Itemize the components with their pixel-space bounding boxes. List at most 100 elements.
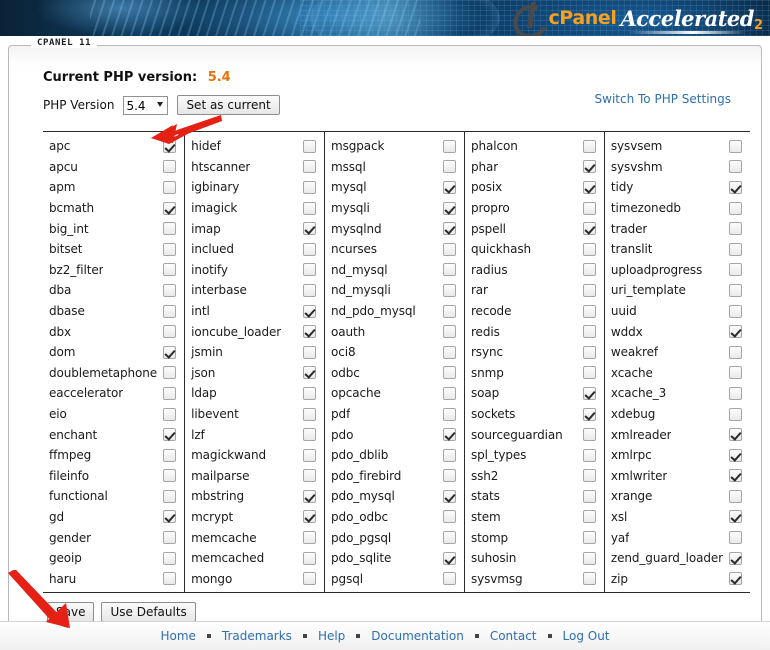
extension-checkbox-bcmath[interactable] bbox=[163, 201, 177, 215]
extension-checkbox-intl[interactable] bbox=[303, 304, 317, 318]
extension-checkbox-sysvmsg[interactable] bbox=[582, 572, 596, 586]
extension-checkbox-posix[interactable] bbox=[582, 180, 596, 194]
extension-checkbox-soap[interactable] bbox=[582, 386, 596, 400]
extension-checkbox-uploadprogress[interactable] bbox=[729, 263, 742, 277]
extension-checkbox-yaf[interactable] bbox=[729, 531, 742, 545]
extension-checkbox-apm[interactable] bbox=[163, 180, 177, 194]
extension-checkbox-xdebug[interactable] bbox=[729, 407, 742, 421]
extension-checkbox-zip[interactable] bbox=[729, 572, 742, 586]
extension-checkbox-gender[interactable] bbox=[163, 531, 177, 545]
extension-checkbox-xmlreader[interactable] bbox=[729, 428, 742, 442]
extension-checkbox-snmp[interactable] bbox=[582, 366, 596, 380]
php-version-select-wrapper[interactable]: 5.4 bbox=[123, 95, 169, 115]
extension-checkbox-xsl[interactable] bbox=[729, 510, 742, 524]
php-version-select[interactable]: 5.4 bbox=[123, 95, 169, 115]
footer-link-trademarks[interactable]: Trademarks bbox=[222, 629, 292, 643]
extension-checkbox-mssql[interactable] bbox=[442, 160, 456, 174]
footer-link-help[interactable]: Help bbox=[318, 629, 345, 643]
extension-checkbox-eaccelerator[interactable] bbox=[163, 386, 177, 400]
extension-checkbox-gd[interactable] bbox=[163, 510, 177, 524]
footer-link-home[interactable]: Home bbox=[160, 629, 195, 643]
extension-checkbox-pspell[interactable] bbox=[582, 222, 596, 236]
extension-checkbox-functional[interactable] bbox=[163, 489, 177, 503]
footer-link-log-out[interactable]: Log Out bbox=[563, 629, 610, 643]
extension-checkbox-phar[interactable] bbox=[582, 160, 596, 174]
extension-checkbox-mailparse[interactable] bbox=[303, 469, 317, 483]
extension-checkbox-json[interactable] bbox=[303, 366, 317, 380]
extension-checkbox-xrange[interactable] bbox=[729, 489, 742, 503]
footer-link-contact[interactable]: Contact bbox=[490, 629, 537, 643]
extension-checkbox-sourceguardian[interactable] bbox=[582, 428, 596, 442]
extension-checkbox-sockets[interactable] bbox=[582, 407, 596, 421]
extension-checkbox-opcache[interactable] bbox=[442, 386, 456, 400]
extension-checkbox-dba[interactable] bbox=[163, 283, 177, 297]
extension-checkbox-pdo_mysql[interactable] bbox=[442, 489, 456, 503]
extension-checkbox-hidef[interactable] bbox=[303, 139, 317, 153]
extension-checkbox-interbase[interactable] bbox=[303, 283, 317, 297]
extension-checkbox-propro[interactable] bbox=[582, 201, 596, 215]
extension-checkbox-xmlwriter[interactable] bbox=[729, 469, 742, 483]
extension-checkbox-pdo[interactable] bbox=[442, 428, 456, 442]
extension-checkbox-ffmpeg[interactable] bbox=[163, 448, 177, 462]
extension-checkbox-haru[interactable] bbox=[163, 572, 177, 586]
extension-checkbox-mysqli[interactable] bbox=[442, 201, 456, 215]
extension-checkbox-mongo[interactable] bbox=[303, 572, 317, 586]
extension-checkbox-memcache[interactable] bbox=[303, 531, 317, 545]
extension-checkbox-pdo_odbc[interactable] bbox=[442, 510, 456, 524]
extension-checkbox-sysvsem[interactable] bbox=[729, 139, 742, 153]
extension-checkbox-suhosin[interactable] bbox=[582, 551, 596, 565]
extension-checkbox-rar[interactable] bbox=[582, 283, 596, 297]
extension-checkbox-zend_guard_loader[interactable] bbox=[729, 551, 742, 565]
extension-checkbox-odbc[interactable] bbox=[442, 366, 456, 380]
extension-checkbox-ssh2[interactable] bbox=[582, 469, 596, 483]
footer-link-documentation[interactable]: Documentation bbox=[371, 629, 464, 643]
extension-checkbox-timezonedb[interactable] bbox=[729, 201, 742, 215]
extension-checkbox-nd_mysqli[interactable] bbox=[442, 283, 456, 297]
extension-checkbox-stats[interactable] bbox=[582, 489, 596, 503]
extension-checkbox-redis[interactable] bbox=[582, 325, 596, 339]
extension-checkbox-spl_types[interactable] bbox=[582, 448, 596, 462]
set-as-current-button[interactable]: Set as current bbox=[177, 95, 280, 115]
extension-checkbox-nd_mysql[interactable] bbox=[442, 263, 456, 277]
extension-checkbox-translit[interactable] bbox=[729, 242, 742, 256]
extension-checkbox-recode[interactable] bbox=[582, 304, 596, 318]
extension-checkbox-pgsql[interactable] bbox=[442, 572, 456, 586]
extension-checkbox-mysqlnd[interactable] bbox=[442, 222, 456, 236]
extension-checkbox-geoip[interactable] bbox=[163, 551, 177, 565]
extension-checkbox-inclued[interactable] bbox=[303, 242, 317, 256]
extension-checkbox-eio[interactable] bbox=[163, 407, 177, 421]
extension-checkbox-uri_template[interactable] bbox=[729, 283, 742, 297]
extension-checkbox-jsmin[interactable] bbox=[303, 345, 317, 359]
extension-checkbox-apcu[interactable] bbox=[163, 160, 177, 174]
extension-checkbox-wddx[interactable] bbox=[729, 325, 742, 339]
extension-checkbox-dbase[interactable] bbox=[163, 304, 177, 318]
extension-checkbox-xcache[interactable] bbox=[729, 366, 742, 380]
extension-checkbox-dbx[interactable] bbox=[163, 325, 177, 339]
extension-checkbox-inotify[interactable] bbox=[303, 263, 317, 277]
extension-checkbox-pdo_sqlite[interactable] bbox=[442, 551, 456, 565]
extension-checkbox-big_int[interactable] bbox=[163, 222, 177, 236]
extension-checkbox-radius[interactable] bbox=[582, 263, 596, 277]
extension-checkbox-bz2_filter[interactable] bbox=[163, 263, 177, 277]
extension-checkbox-stem[interactable] bbox=[582, 510, 596, 524]
extension-checkbox-bitset[interactable] bbox=[163, 242, 177, 256]
extension-checkbox-stomp[interactable] bbox=[582, 531, 596, 545]
extension-checkbox-pdo_pgsql[interactable] bbox=[442, 531, 456, 545]
extension-checkbox-trader[interactable] bbox=[729, 222, 742, 236]
extension-checkbox-htscanner[interactable] bbox=[303, 160, 317, 174]
extension-checkbox-phalcon[interactable] bbox=[582, 139, 596, 153]
extension-checkbox-weakref[interactable] bbox=[729, 345, 742, 359]
extension-checkbox-mysql[interactable] bbox=[442, 180, 456, 194]
extension-checkbox-rsync[interactable] bbox=[582, 345, 596, 359]
extension-checkbox-apc[interactable] bbox=[163, 139, 177, 153]
extension-checkbox-ncurses[interactable] bbox=[442, 242, 456, 256]
switch-to-php-settings-link[interactable]: Switch To PHP Settings bbox=[595, 92, 731, 106]
extension-checkbox-imagick[interactable] bbox=[303, 201, 317, 215]
extension-checkbox-msgpack[interactable] bbox=[442, 139, 456, 153]
use-defaults-button[interactable]: Use Defaults bbox=[101, 602, 196, 623]
extension-checkbox-nd_pdo_mysql[interactable] bbox=[442, 304, 456, 318]
extension-checkbox-quickhash[interactable] bbox=[582, 242, 596, 256]
extension-checkbox-pdo_dblib[interactable] bbox=[442, 448, 456, 462]
extension-checkbox-lzf[interactable] bbox=[303, 428, 317, 442]
extension-checkbox-oci8[interactable] bbox=[442, 345, 456, 359]
